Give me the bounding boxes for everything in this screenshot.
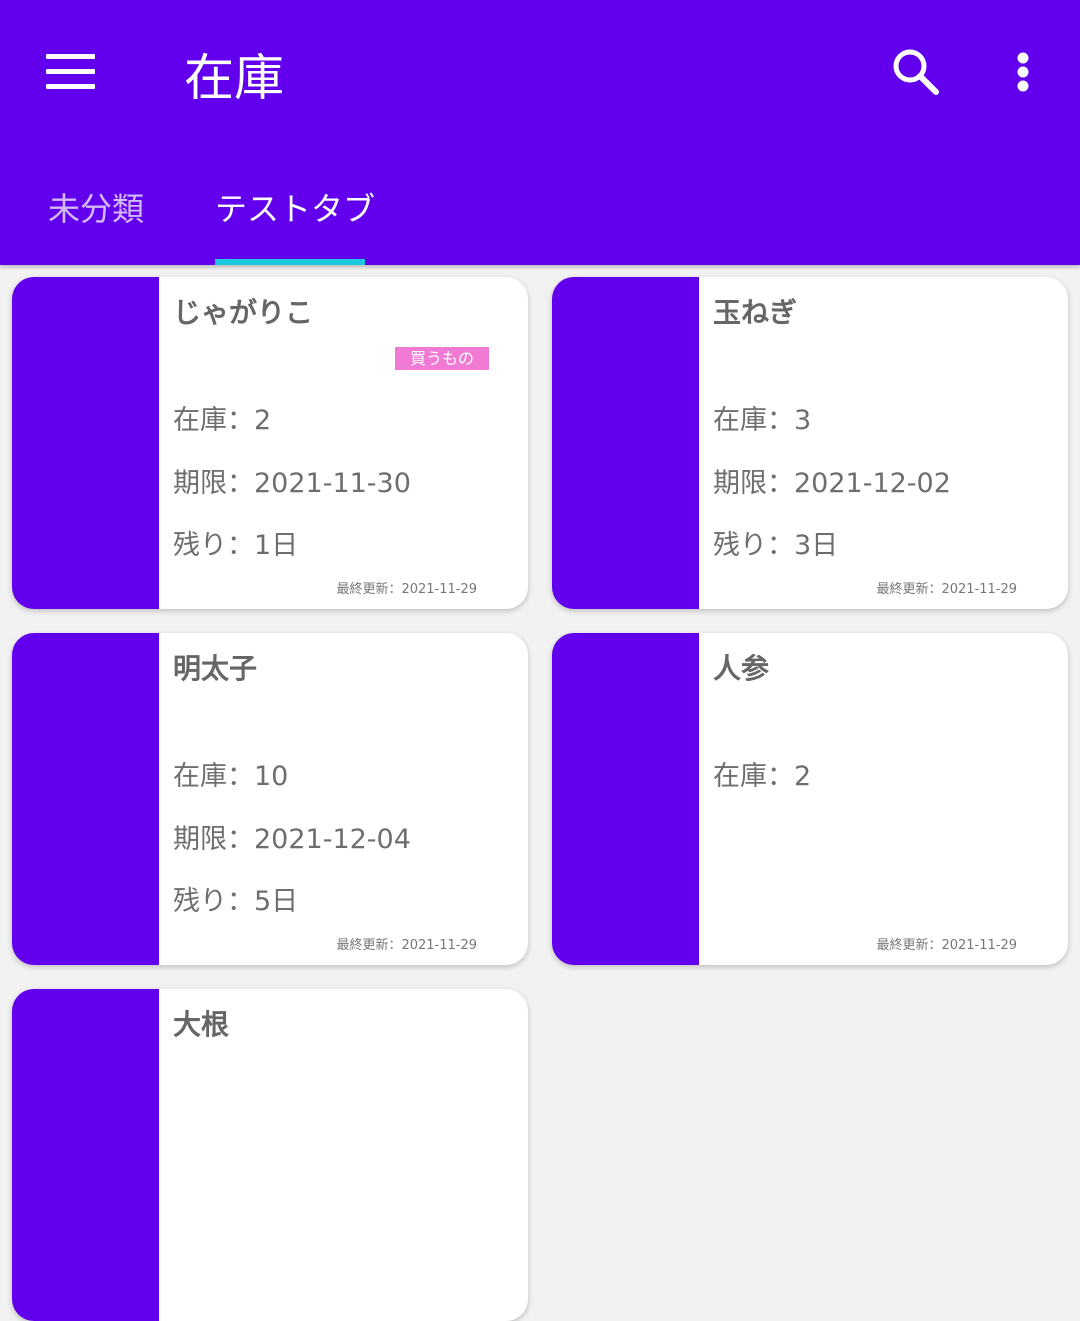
item-name: じゃがりこ — [173, 296, 314, 329]
card-color-stripe — [12, 277, 159, 609]
search-icon[interactable] — [888, 44, 944, 100]
item-card[interactable]: 玉ねぎ 在庫：3 期限：2021-12-02 残り：3日 最終更新：2021-1… — [552, 277, 1068, 609]
tab-uncategorized[interactable]: 未分類 — [48, 184, 144, 230]
item-card[interactable]: 明太子 在庫：10 期限：2021-12-04 残り：5日 最終更新：2021-… — [12, 633, 528, 965]
card-color-stripe — [12, 633, 159, 965]
item-name: 大根 — [173, 1008, 230, 1041]
expiry-date: 期限：2021-12-02 — [713, 468, 951, 499]
last-updated: 最終更新：2021-11-29 — [876, 582, 1017, 597]
item-card[interactable]: 大根 — [12, 989, 528, 1321]
last-updated: 最終更新：2021-11-29 — [876, 938, 1017, 953]
last-updated: 最終更新：2021-11-29 — [336, 582, 477, 597]
days-remaining: 残り：1日 — [173, 530, 299, 561]
item-name: 玉ねぎ — [713, 296, 798, 329]
item-name: 人参 — [713, 652, 770, 685]
stock-count: 在庫：2 — [713, 761, 812, 792]
days-remaining: 残り：5日 — [173, 886, 299, 917]
menu-icon[interactable] — [46, 52, 96, 90]
expiry-date: 期限：2021-12-04 — [173, 824, 411, 855]
shopping-badge: 買うもの — [395, 347, 489, 370]
item-name: 明太子 — [173, 652, 258, 685]
stock-count: 在庫：2 — [173, 405, 272, 436]
card-color-stripe — [552, 277, 699, 609]
tab-test-tab[interactable]: テストタブ — [215, 184, 375, 230]
days-remaining: 残り：3日 — [713, 530, 839, 561]
page-title: 在庫 — [184, 49, 284, 107]
card-color-stripe — [552, 633, 699, 965]
last-updated: 最終更新：2021-11-29 — [336, 938, 477, 953]
expiry-date: 期限：2021-11-30 — [173, 468, 411, 499]
item-card[interactable]: じゃがりこ 買うもの 在庫：2 期限：2021-11-30 残り：1日 最終更新… — [12, 277, 528, 609]
stock-count: 在庫：10 — [173, 761, 289, 792]
tab-indicator — [215, 259, 365, 265]
card-color-stripe — [12, 989, 159, 1321]
app-bar: 在庫 未分類 テストタブ — [0, 0, 1080, 265]
stock-count: 在庫：3 — [713, 405, 812, 436]
item-card[interactable]: 人参 在庫：2 最終更新：2021-11-29 — [552, 633, 1068, 965]
more-vert-icon[interactable] — [1000, 44, 1046, 100]
